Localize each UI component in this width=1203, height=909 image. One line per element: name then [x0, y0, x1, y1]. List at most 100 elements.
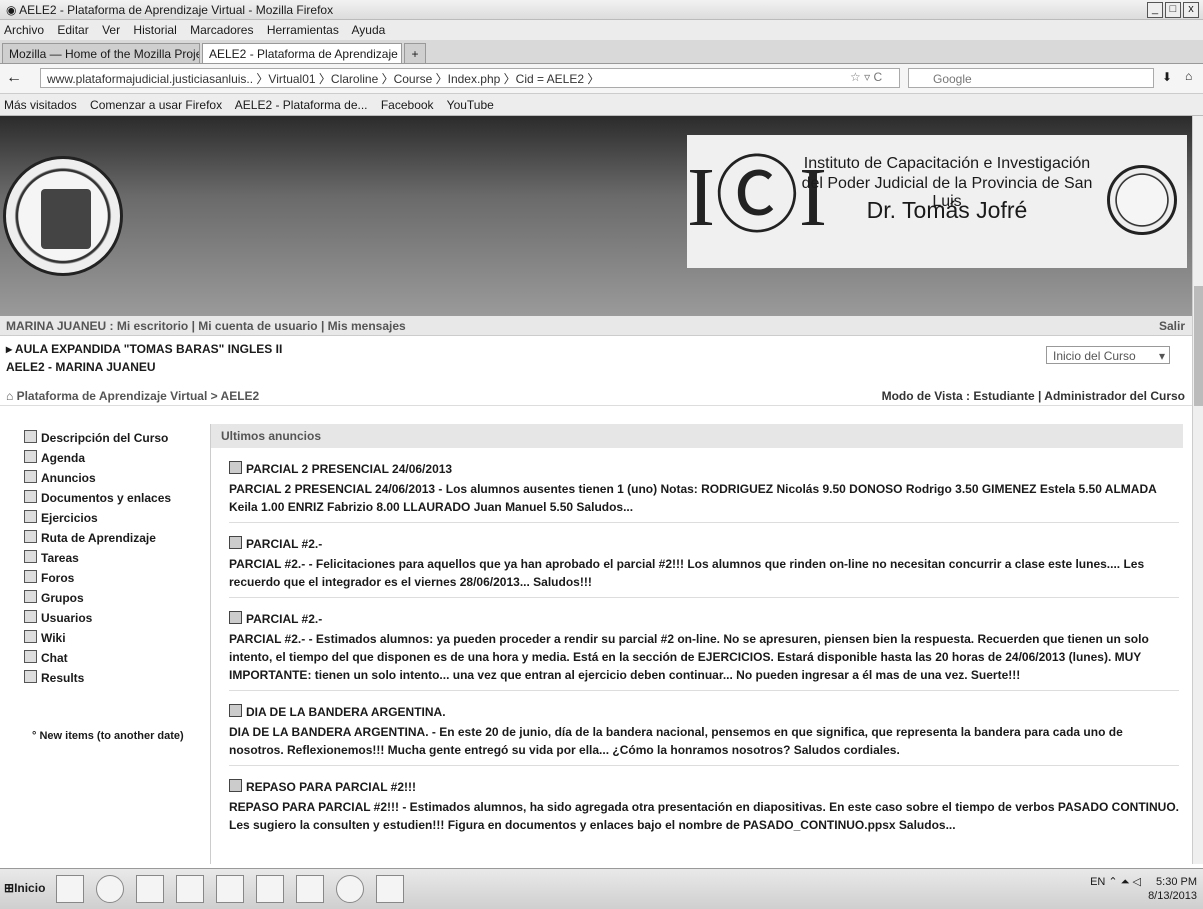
- page-scrollbar[interactable]: [1192, 116, 1203, 864]
- institute-panel: IⒸI Instituto de Capacitación e Investig…: [687, 135, 1187, 268]
- course-tool-select-value: Inicio del Curso: [1053, 349, 1136, 363]
- folder-icon: [24, 490, 37, 503]
- judicial-seal-right-icon: [1107, 165, 1177, 235]
- sidebar-item-label: Wiki: [41, 631, 66, 645]
- course-header: ▸ AULA EXPANDIDA "TOMAS BARAS" INGLES II…: [0, 342, 1203, 382]
- media-player-icon[interactable]: [56, 875, 84, 903]
- tab-aele2[interactable]: AELE2 - Plataforma de Aprendizaje Vi... …: [202, 43, 402, 63]
- tray-icons[interactable]: ⌃ ⏶ ◁: [1108, 876, 1144, 888]
- institute-logo-icon: IⒸI: [687, 151, 827, 244]
- calendar-icon: [24, 450, 37, 463]
- maximize-button[interactable]: □: [1165, 2, 1181, 18]
- search-input[interactable]: Google: [908, 68, 1154, 88]
- institute-line-1: Instituto de Capacitación e Investigació…: [803, 155, 1091, 172]
- menu-ver[interactable]: Ver: [102, 23, 120, 37]
- description-icon: [24, 430, 37, 443]
- hp-icon[interactable]: [96, 875, 124, 903]
- bookmark-mas-visitados[interactable]: Más visitados: [4, 98, 77, 112]
- sidebar-item-documentos[interactable]: Documentos y enlaces: [24, 488, 204, 508]
- breadcrumb-path[interactable]: ⌂ Plataforma de Aprendizaje Virtual > AE…: [6, 389, 259, 403]
- sidebar-item-label: Foros: [41, 571, 75, 585]
- announcement-icon: [229, 704, 242, 717]
- start-button[interactable]: ⊞Inicio: [4, 881, 45, 895]
- tab-mozilla[interactable]: Mozilla — Home of the Mozilla Proje... ×: [2, 43, 200, 63]
- user-bar: MARINA JUANEU : Mi escritorio | Mi cuent…: [0, 316, 1203, 336]
- sidebar-item-tareas[interactable]: Tareas: [24, 548, 204, 568]
- taskbar: ⊞Inicio EN ⌃ ⏶ ◁ 5:30 PM 8/13/2013: [0, 868, 1203, 909]
- download-icon[interactable]: ⬇: [1162, 70, 1172, 84]
- language-indicator[interactable]: EN: [1090, 876, 1105, 888]
- menu-ayuda[interactable]: Ayuda: [352, 23, 386, 37]
- sidebar-item-foros[interactable]: Foros: [24, 568, 204, 588]
- new-tab-button[interactable]: +: [404, 43, 426, 63]
- institute-line-3: Dr. Tomás Jofré: [866, 197, 1028, 223]
- bookmark-youtube[interactable]: YouTube: [447, 98, 494, 112]
- sidebar-item-usuarios[interactable]: Usuarios: [24, 608, 204, 628]
- sidebar-item-grupos[interactable]: Grupos: [24, 588, 204, 608]
- announcement-icon: [229, 779, 242, 792]
- sidebar-item-label: Agenda: [41, 451, 86, 465]
- bookmark-aele2[interactable]: AELE2 - Plataforma de...: [235, 98, 368, 112]
- excel-icon[interactable]: [296, 875, 324, 903]
- menu-herramientas[interactable]: Herramientas: [267, 23, 339, 37]
- sidebar-item-ruta[interactable]: Ruta de Aprendizaje: [24, 528, 204, 548]
- bookmark-facebook[interactable]: Facebook: [381, 98, 434, 112]
- announcement-title[interactable]: PARCIAL #2.-: [246, 612, 322, 626]
- notepad-icon[interactable]: [136, 875, 164, 903]
- sidebar-item-label: Documentos y enlaces: [41, 491, 172, 505]
- nav-bar: ← www.plataformajudicial.justiciasanluis…: [0, 64, 1203, 94]
- course-sidebar: Descripción del Curso Agenda Anuncios Do…: [24, 428, 204, 688]
- sidebar-item-descripcion[interactable]: Descripción del Curso: [24, 428, 204, 448]
- course-title[interactable]: ▸ AULA EXPANDIDA "TOMAS BARAS" INGLES II: [6, 342, 1203, 356]
- announcement-body: PARCIAL #2.- - Estimados alumnos: ya pue…: [229, 632, 1149, 682]
- sidebar-item-anuncios[interactable]: Anuncios: [24, 468, 204, 488]
- minimize-button[interactable]: _: [1147, 2, 1163, 18]
- sidebar-item-label: Ruta de Aprendizaje: [41, 531, 156, 545]
- sidebar-item-ejercicios[interactable]: Ejercicios: [24, 508, 204, 528]
- word-icon[interactable]: [256, 875, 284, 903]
- paint-icon[interactable]: [376, 875, 404, 903]
- sidebar-item-wiki[interactable]: Wiki: [24, 628, 204, 648]
- firefox-taskbar-icon[interactable]: [336, 875, 364, 903]
- menu-historial[interactable]: Historial: [133, 23, 176, 37]
- announcement-body: REPASO PARA PARCIAL #2!!! - Estimados al…: [229, 800, 1179, 832]
- scrollbar-thumb[interactable]: [1194, 286, 1203, 406]
- clock-time: 5:30 PM: [1156, 876, 1197, 888]
- user-links[interactable]: MARINA JUANEU : Mi escritorio | Mi cuent…: [6, 319, 406, 333]
- sidebar-item-chat[interactable]: Chat: [24, 648, 204, 668]
- sidebar-item-label: Usuarios: [41, 611, 93, 625]
- announcement-title[interactable]: PARCIAL #2.-: [246, 537, 322, 551]
- home-icon[interactable]: ⌂: [1185, 69, 1192, 83]
- announcement-title[interactable]: PARCIAL 2 PRESENCIAL 24/06/2013: [246, 462, 452, 476]
- announcement-item: PARCIAL 2 PRESENCIAL 24/06/2013 PARCIAL …: [229, 448, 1179, 523]
- announcement-title[interactable]: REPASO PARA PARCIAL #2!!!: [246, 780, 416, 794]
- sidebar-item-results[interactable]: Results: [24, 668, 204, 688]
- sidebar-item-agenda[interactable]: Agenda: [24, 448, 204, 468]
- announcements-header: Ultimos anuncios: [211, 424, 1183, 448]
- logout-link[interactable]: Salir: [1159, 316, 1185, 336]
- tab-bar: Mozilla — Home of the Mozilla Proje... ×…: [0, 40, 1203, 64]
- back-button[interactable]: ←: [6, 69, 22, 87]
- bookmark-comenzar[interactable]: Comenzar a usar Firefox: [90, 98, 222, 112]
- internet-explorer-icon[interactable]: [216, 875, 244, 903]
- view-mode[interactable]: Modo de Vista : Estudiante | Administrad…: [882, 386, 1185, 406]
- menu-editar[interactable]: Editar: [57, 23, 88, 37]
- search-placeholder: Google: [933, 72, 972, 86]
- path-icon: [24, 530, 37, 543]
- close-button[interactable]: x: [1183, 2, 1199, 18]
- announcement-item: REPASO PARA PARCIAL #2!!! REPASO PARA PA…: [229, 766, 1179, 840]
- task-icon[interactable]: [176, 875, 204, 903]
- new-items-legend: ° New items (to another date): [32, 730, 184, 742]
- url-field[interactable]: www.plataformajudicial.justiciasanluis..…: [40, 68, 900, 88]
- course-tool-select[interactable]: Inicio del Curso ▾: [1046, 346, 1170, 364]
- system-tray: EN ⌃ ⏶ ◁ 5:30 PM 8/13/2013: [1090, 875, 1197, 903]
- announcement-title[interactable]: DIA DE LA BANDERA ARGENTINA.: [246, 705, 446, 719]
- menu-archivo[interactable]: Archivo: [4, 23, 44, 37]
- bookmark-star-icon[interactable]: ☆ ▿ C: [850, 70, 882, 84]
- menu-marcadores[interactable]: Marcadores: [190, 23, 253, 37]
- announcement-item: PARCIAL #2.- PARCIAL #2.- - Estimados al…: [229, 598, 1179, 691]
- chat-icon: [24, 650, 37, 663]
- menu-bar: Archivo Editar Ver Historial Marcadores …: [0, 20, 1203, 40]
- user-icon: [24, 610, 37, 623]
- announcement-item: PARCIAL #2.- PARCIAL #2.- - Felicitacion…: [229, 523, 1179, 598]
